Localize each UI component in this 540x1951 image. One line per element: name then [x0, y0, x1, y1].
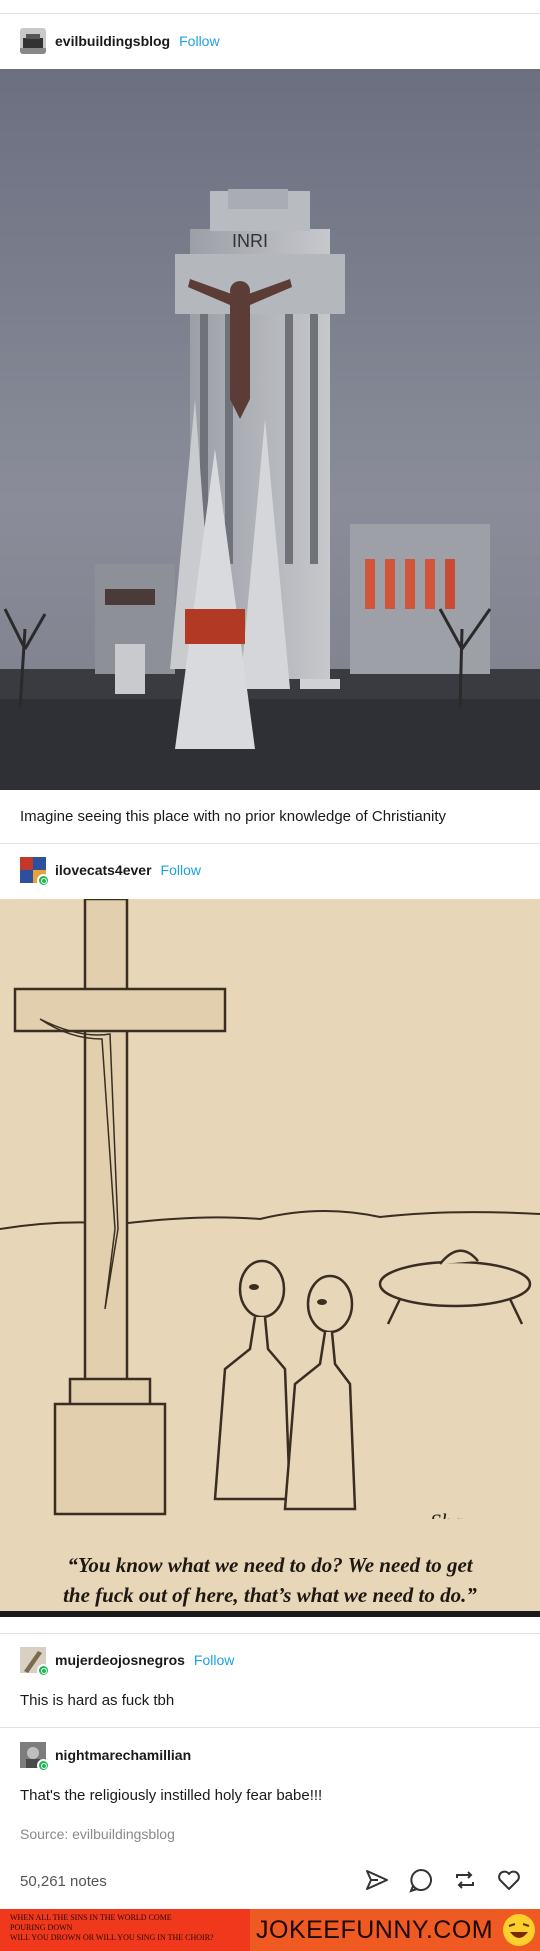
post-divider — [0, 843, 540, 844]
avatar[interactable] — [20, 28, 46, 54]
avatar[interactable] — [20, 857, 50, 887]
top-divider — [0, 13, 540, 14]
post-text: Imagine seeing this place with no prior … — [20, 808, 447, 825]
share-icon[interactable] — [364, 1867, 390, 1893]
like-icon[interactable] — [496, 1867, 522, 1893]
notes-count[interactable]: 50,261 notes — [20, 1873, 107, 1890]
ad-line1: WHEN ALL THE SINS IN THE WORLD COME — [10, 1913, 172, 1922]
cartoon-caption-line2: the fuck out of here, that’s what we nee… — [63, 1583, 477, 1607]
follow-button[interactable]: Follow — [179, 33, 219, 49]
post-header-mujerdeojosnegros: mujerdeojosnegros Follow — [20, 1646, 234, 1677]
reblog-badge-icon — [37, 1664, 50, 1677]
post-text: That's the religiously instilled holy fe… — [20, 1787, 323, 1804]
signature: Shaw — [430, 1509, 478, 1519]
laughing-emoji-icon — [503, 1914, 536, 1946]
follow-button[interactable]: Follow — [161, 862, 201, 878]
source-link[interactable]: Source: evilbuildingsblog — [20, 1826, 175, 1842]
username[interactable]: evilbuildingsblog — [55, 33, 170, 49]
ad-line3: WILL YOU DROWN OR WILL YOU SING IN THE C… — [10, 1933, 214, 1942]
ad-brand: JOKEEFUNNY.COM — [256, 1915, 494, 1944]
username[interactable]: nightmarechamillian — [55, 1747, 191, 1763]
post-header-ilovecats4ever: ilovecats4ever Follow — [20, 856, 201, 887]
avatar[interactable] — [20, 1647, 50, 1677]
post-divider — [0, 1633, 540, 1634]
post-image-cartoon[interactable]: Shaw “You know what we need to do? We ne… — [0, 899, 540, 1616]
follow-button[interactable]: Follow — [194, 1652, 234, 1668]
post-divider — [0, 1727, 540, 1728]
reblog-badge-icon — [37, 1759, 50, 1772]
post-header-evilbuildingsblog: evilbuildingsblog Follow — [20, 27, 220, 55]
ad-line2: POURING DOWN — [10, 1923, 73, 1932]
ad-brand-area: JOKEEFUNNY.COM — [250, 1909, 540, 1951]
post-image-building[interactable]: INRI — [0, 69, 540, 790]
reblog-icon[interactable] — [452, 1867, 478, 1893]
post-text: This is hard as fuck tbh — [20, 1692, 175, 1709]
avatar[interactable] — [20, 1742, 50, 1772]
username[interactable]: mujerdeojosnegros — [55, 1652, 185, 1668]
post-header-nightmarechamillian: nightmarechamillian — [20, 1741, 191, 1772]
cartoon-caption-line1: “You know what we need to do? We need to… — [67, 1553, 473, 1577]
ad-banner[interactable]: WHEN ALL THE SINS IN THE WORLD COME POUR… — [0, 1909, 540, 1951]
username[interactable]: ilovecats4ever — [55, 862, 152, 878]
post-actions — [364, 1867, 522, 1893]
reblog-badge-icon — [37, 874, 50, 887]
inri-text: INRI — [232, 231, 268, 251]
ad-text: WHEN ALL THE SINS IN THE WORLD COME POUR… — [0, 1909, 250, 1951]
reply-icon[interactable] — [408, 1867, 434, 1893]
image-bottom-bar — [0, 1611, 540, 1617]
